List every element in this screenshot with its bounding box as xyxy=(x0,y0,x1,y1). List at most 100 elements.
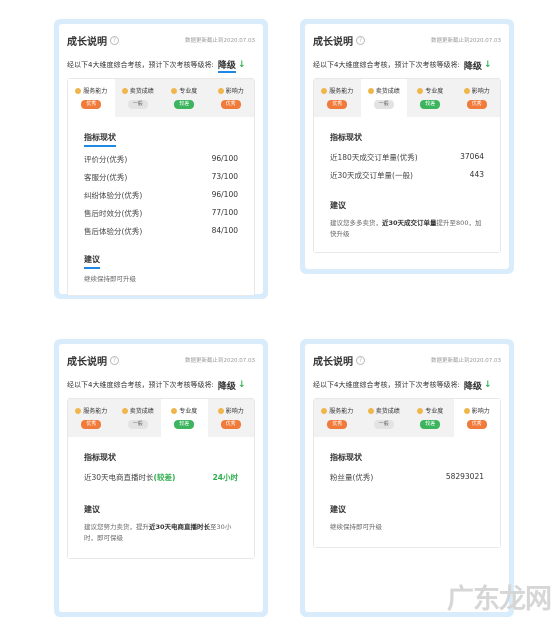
metric-row: 纠纷体验分(优秀) 96/100 xyxy=(84,190,238,200)
update-date: 数据更新截止到2020.07.03 xyxy=(185,38,255,44)
metric-row: 粉丝量(优秀) 58293021 xyxy=(330,472,484,482)
sales-icon xyxy=(367,407,374,414)
card-title: 成长说明 xyxy=(67,356,107,368)
advice-heading: 建议 xyxy=(330,201,346,210)
grade-text: 降级 xyxy=(463,61,482,72)
advice-heading: 建议 xyxy=(84,505,100,514)
influence-icon xyxy=(463,87,470,94)
influence-icon xyxy=(217,407,224,414)
down-arrow-icon: ↓ xyxy=(483,380,492,390)
tab-sales[interactable]: 卖货成绩 一般 xyxy=(115,79,162,117)
metrics-heading: 指标现状 xyxy=(84,132,116,147)
status-badge: 较差 xyxy=(420,100,441,109)
influence-icon xyxy=(217,87,224,94)
status-badge: 较差 xyxy=(174,420,195,429)
status-badge: 一般 xyxy=(127,420,148,429)
metric-row: 近30天成交订单量(一般) 443 xyxy=(330,170,484,180)
tab-service[interactable]: 服务能力 优秀 xyxy=(314,79,361,117)
tab-sales[interactable]: 卖货成绩 一般 xyxy=(115,399,162,437)
service-icon xyxy=(321,87,328,94)
card-title: 成长说明 xyxy=(67,36,107,48)
card-title: 成长说明 xyxy=(313,356,353,368)
tab-influence[interactable]: 影响力 优秀 xyxy=(208,399,255,437)
update-date: 数据更新截止到2020.07.03 xyxy=(185,358,255,364)
tab-sales[interactable]: 卖货成绩 一般 xyxy=(360,79,407,117)
professional-icon xyxy=(417,87,424,94)
tab-service[interactable]: 服务能力 优秀 xyxy=(314,399,361,437)
assessment-line: 经以下4大维度综合考核，预计下次考核等级将: 降级 ↓ xyxy=(313,380,492,392)
metric-row: 评价分(优秀) 96/100 xyxy=(84,154,238,164)
growth-card: 成长说明 ? 数据更新截止到2020.07.03 经以下4大维度综合考核，预计下… xyxy=(305,24,509,269)
status-badge: 一般 xyxy=(373,100,394,109)
status-badge: 优秀 xyxy=(220,100,241,109)
metric-row: 售后体验分(优秀) 84/100 xyxy=(84,226,238,236)
tab-service[interactable]: 服务能力 优秀 xyxy=(68,399,115,437)
advice-text: 建议您多多卖货，近30天成交订单量提升至800，加快升级 xyxy=(330,219,482,238)
down-arrow-icon: ↓ xyxy=(237,380,246,390)
tab-influence[interactable]: 影响力 优秀 xyxy=(453,399,500,437)
grade-text: 降级 xyxy=(463,381,482,392)
metric-row: 客服分(优秀) 73/100 xyxy=(84,172,238,182)
tab-professional[interactable]: 专业度 较差 xyxy=(407,399,454,437)
assessment-line: 经以下4大维度综合考核，预计下次考核等级将: 降级 ↓ xyxy=(67,380,246,392)
metric-row: 近180天成交订单量(优秀) 37064 xyxy=(330,152,484,162)
growth-panel-influence: 成长说明 ? 数据更新截止到2020.07.03 经以下4大维度综合考核，预计下… xyxy=(300,339,514,617)
status-badge: 优秀 xyxy=(466,420,487,429)
tab-service[interactable]: 服务能力 优秀 xyxy=(68,79,115,117)
tab-professional[interactable]: 专业度 较差 xyxy=(161,399,208,437)
growth-card: 成长说明 ? 数据更新截止到2020.07.03 经以下4大维度综合考核，预计下… xyxy=(59,24,263,296)
info-icon[interactable]: ? xyxy=(356,355,365,365)
service-icon xyxy=(75,407,82,414)
service-icon xyxy=(75,87,82,94)
down-arrow-icon: ↓ xyxy=(237,60,246,70)
sales-icon xyxy=(121,87,128,94)
sales-icon xyxy=(121,407,128,414)
advice-heading: 建议 xyxy=(330,505,346,514)
status-badge: 优秀 xyxy=(81,100,102,109)
tab-sales[interactable]: 卖货成绩 一般 xyxy=(361,399,408,437)
status-badge: 一般 xyxy=(373,420,394,429)
status-badge: 优秀 xyxy=(327,420,348,429)
advice-text: 继续保持即可升级 xyxy=(84,275,136,283)
status-badge: 一般 xyxy=(127,100,148,109)
influence-icon xyxy=(463,407,470,414)
sales-icon xyxy=(367,87,374,94)
update-date: 数据更新截止到2020.07.03 xyxy=(431,38,501,44)
professional-icon xyxy=(171,87,178,94)
site-watermark: 广东龙网 xyxy=(447,584,552,615)
advice-text: 继续保持即可升级 xyxy=(330,523,382,531)
card-title: 成长说明 xyxy=(313,36,353,48)
metric-row: 售后时效分(优秀) 77/100 xyxy=(84,208,238,218)
service-icon xyxy=(321,407,328,414)
metrics-heading: 指标现状 xyxy=(330,133,362,142)
tab-influence[interactable]: 影响力 优秀 xyxy=(454,79,501,117)
metrics-heading: 指标现状 xyxy=(84,453,116,462)
status-badge: 较差 xyxy=(420,420,441,429)
update-date: 数据更新截止到2020.07.03 xyxy=(431,358,501,364)
assessment-line: 经以下4大维度综合考核，预计下次考核等级将: 降级 ↓ xyxy=(313,60,492,72)
advice-text: 建议您努力卖货，提升近30天电商直播时长至30小时，即可保级 xyxy=(84,523,232,542)
growth-panel-sales: 成长说明 ? 数据更新截止到2020.07.03 经以下4大维度综合考核，预计下… xyxy=(300,19,514,274)
growth-card: 成长说明 ? 数据更新截止到2020.07.03 经以下4大维度综合考核，预计下… xyxy=(305,344,509,612)
status-badge: 优秀 xyxy=(466,100,487,109)
info-icon[interactable]: ? xyxy=(110,35,119,45)
professional-icon xyxy=(417,407,424,414)
growth-panel-professional: 成长说明 ? 数据更新截止到2020.07.03 经以下4大维度综合考核，预计下… xyxy=(54,339,268,617)
advice-heading: 建议 xyxy=(84,254,100,269)
tab-influence[interactable]: 影响力 优秀 xyxy=(208,79,255,117)
growth-panel-service: 成长说明 ? 数据更新截止到2020.07.03 经以下4大维度综合考核，预计下… xyxy=(54,19,268,299)
info-icon[interactable]: ? xyxy=(110,355,119,365)
assessment-line: 经以下4大维度综合考核，预计下次考核等级将: 降级 ↓ xyxy=(67,58,255,73)
professional-icon xyxy=(171,407,178,414)
status-badge: 优秀 xyxy=(327,100,348,109)
grade-text: 降级 xyxy=(217,58,236,73)
status-badge: 优秀 xyxy=(81,420,102,429)
growth-card: 成长说明 ? 数据更新截止到2020.07.03 经以下4大维度综合考核，预计下… xyxy=(59,344,263,612)
metrics-heading: 指标现状 xyxy=(330,453,362,462)
metric-row: 近30天电商直播时长(较差) 24小时 xyxy=(84,473,238,482)
grade-text: 降级 xyxy=(217,381,236,392)
tab-professional[interactable]: 专业度 较差 xyxy=(161,79,208,117)
tab-professional[interactable]: 专业度 较差 xyxy=(407,79,454,117)
info-icon[interactable]: ? xyxy=(356,35,365,45)
status-badge: 较差 xyxy=(174,100,195,109)
